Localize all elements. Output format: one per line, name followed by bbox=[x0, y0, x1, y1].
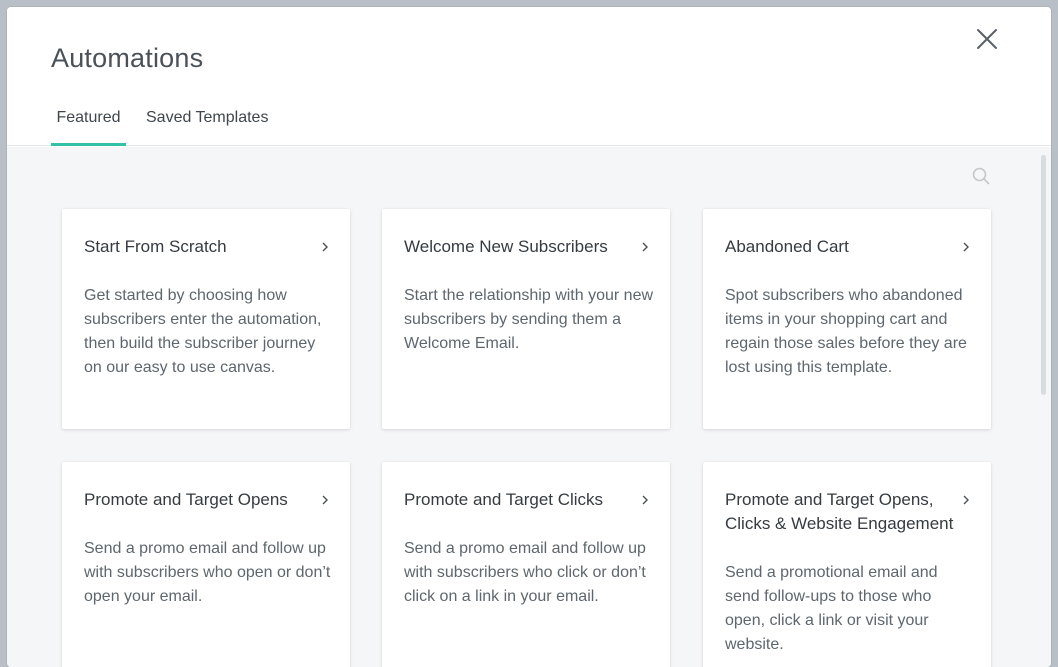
close-icon bbox=[977, 29, 997, 49]
tab-saved-templates[interactable]: Saved Templates bbox=[146, 103, 268, 146]
card-description: Start the relationship with your new sub… bbox=[404, 287, 654, 352]
card-title: Promote and Target Opens bbox=[84, 490, 288, 509]
card-title: Welcome New Subscribers bbox=[404, 237, 608, 256]
template-card-abandoned-cart[interactable]: Abandoned Cart Spot subscribers who aban… bbox=[703, 209, 991, 429]
chevron-right-icon bbox=[963, 242, 969, 252]
search-icon bbox=[972, 167, 990, 185]
card-title: Start From Scratch bbox=[84, 237, 227, 256]
template-card-promote-target-opens[interactable]: Promote and Target Opens Send a promo em… bbox=[62, 462, 350, 667]
card-title: Promote and Target Clicks bbox=[404, 490, 604, 509]
automations-modal: Automations Featured Saved Templates Sta… bbox=[7, 7, 1051, 667]
scrollbar[interactable] bbox=[1041, 155, 1046, 395]
chevron-right-icon bbox=[322, 495, 328, 505]
modal-title: Automations bbox=[51, 43, 204, 73]
search-button[interactable] bbox=[971, 166, 991, 186]
chevron-right-icon bbox=[642, 242, 648, 252]
card-title: Promote and Target Opens, Clicks & Websi… bbox=[725, 490, 954, 533]
card-description: Get started by choosing how subscribers … bbox=[84, 287, 322, 376]
template-card-promote-target-clicks[interactable]: Promote and Target Clicks Send a promo e… bbox=[382, 462, 670, 667]
card-description: Send a promo email and follow up with su… bbox=[404, 540, 646, 605]
template-card-welcome-new-subscribers[interactable]: Welcome New Subscribers Start the relati… bbox=[382, 209, 670, 429]
card-description: Send a promo email and follow up with su… bbox=[84, 540, 331, 605]
template-card-promote-target-engagement[interactable]: Promote and Target Opens, Clicks & Websi… bbox=[703, 462, 991, 667]
card-title: Abandoned Cart bbox=[725, 237, 849, 256]
chevron-right-icon bbox=[642, 495, 648, 505]
modal-header: Automations Featured Saved Templates bbox=[7, 7, 1051, 146]
tab-featured[interactable]: Featured bbox=[51, 103, 126, 146]
card-description: Send a promotional email and send follow… bbox=[725, 564, 938, 653]
chevron-right-icon bbox=[963, 495, 969, 505]
card-description: Spot subscribers who abandoned items in … bbox=[725, 287, 967, 376]
close-button[interactable] bbox=[969, 21, 1005, 57]
template-card-start-from-scratch[interactable]: Start From Scratch Get started by choosi… bbox=[62, 209, 350, 429]
template-gallery: Start From Scratch Get started by choosi… bbox=[7, 147, 1051, 667]
chevron-right-icon bbox=[322, 242, 328, 252]
